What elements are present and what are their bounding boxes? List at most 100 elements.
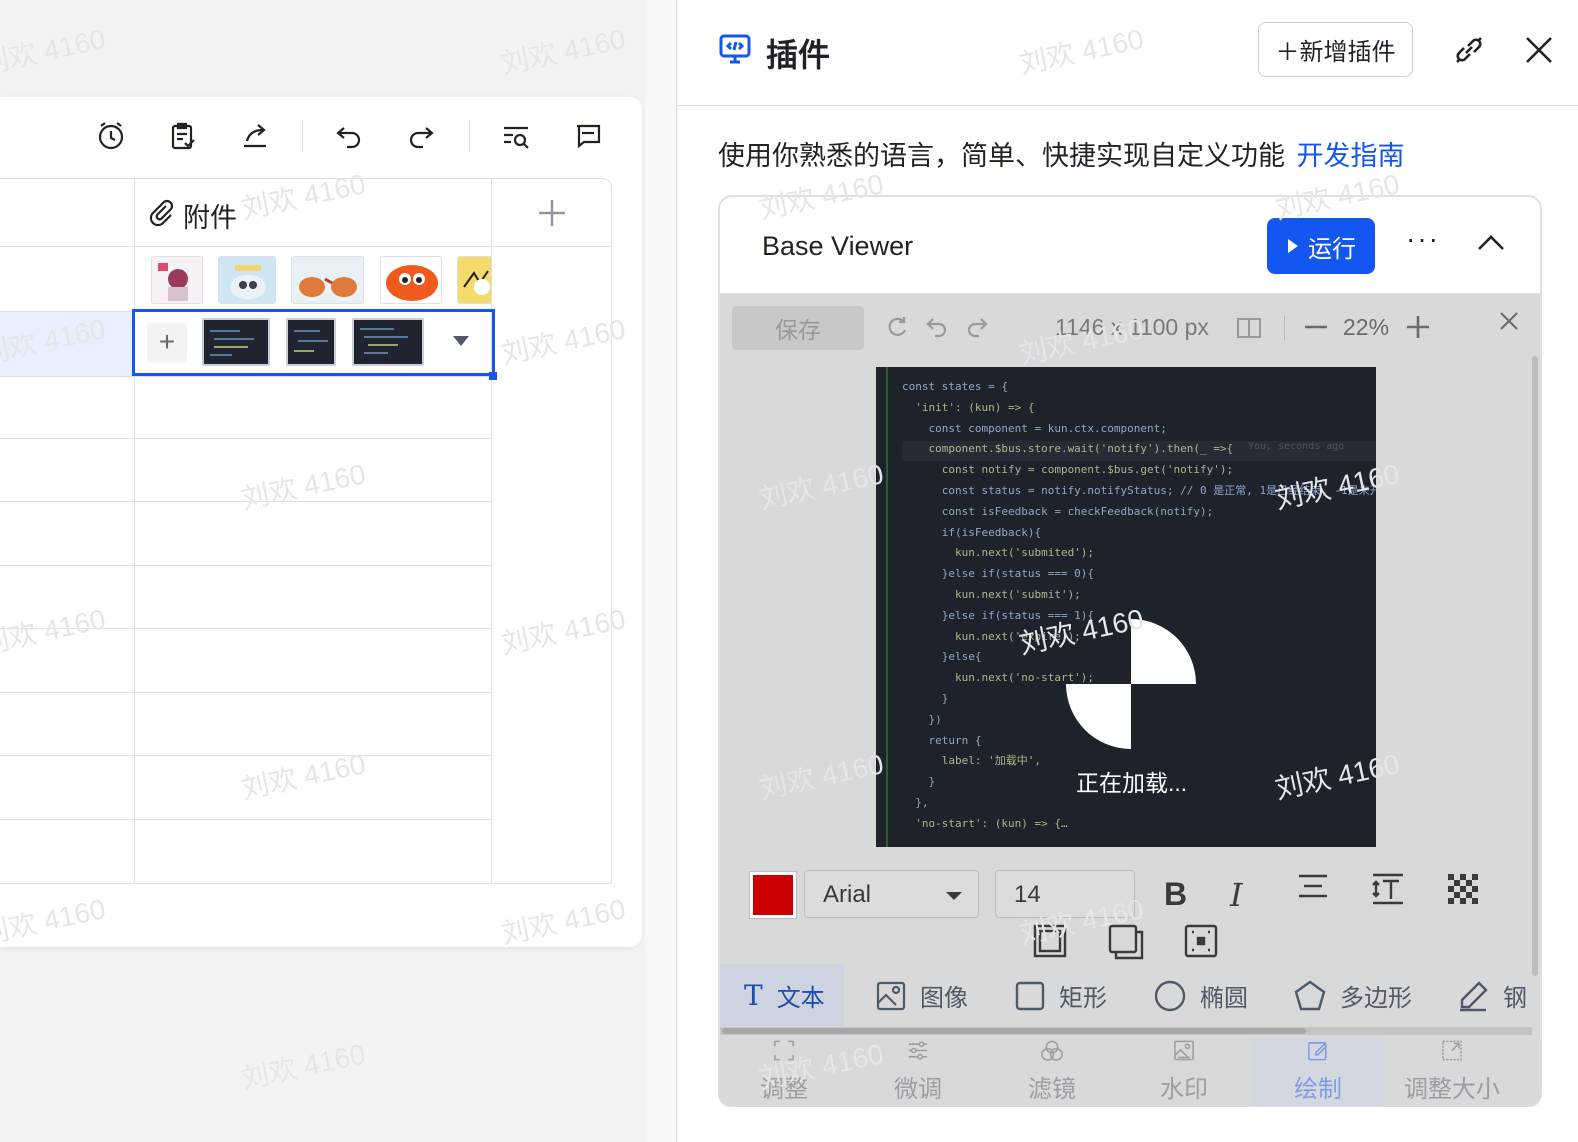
align-icon[interactable] <box>1296 872 1330 907</box>
zoom-level: 22% <box>1343 314 1390 340</box>
sliders-icon <box>908 1041 928 1060</box>
pen-icon <box>1460 980 1488 1011</box>
attachment-thumb-1[interactable] <box>151 256 203 304</box>
editor-close-icon[interactable] <box>1498 310 1520 337</box>
search-list-icon[interactable] <box>498 118 534 154</box>
tool-pen[interactable]: 钢 <box>1457 978 1527 1013</box>
draw-icon <box>1308 1042 1328 1061</box>
collapse-chevron-icon[interactable] <box>1476 233 1506 258</box>
bold-button[interactable]: B <box>1164 876 1187 913</box>
tab-draw-label: 绘制 <box>1294 1076 1342 1103</box>
attachment-thumb-5[interactable] <box>457 256 491 304</box>
plugin-card: Base Viewer 运行 ··· 保存 1146 x 1100 px 22% <box>718 195 1542 1107</box>
zoom-in-icon[interactable] <box>1404 313 1432 346</box>
tab-filter[interactable]: 滤镜 <box>986 1040 1118 1104</box>
code-line: const status = notify.notifyStatus; // 0… <box>902 483 1376 497</box>
close-panel-icon[interactable] <box>1523 34 1555 71</box>
attachment-code-thumb-2[interactable] <box>286 318 336 366</box>
editor-undo-icon[interactable] <box>924 314 950 345</box>
attachment-thumb-2[interactable] <box>218 256 276 304</box>
tab-draw[interactable]: 绘制 <box>1252 1040 1384 1104</box>
save-button[interactable]: 保存 <box>732 306 864 350</box>
rect-icon <box>1015 981 1045 1010</box>
font-size-input[interactable]: 14 <box>995 870 1135 918</box>
panel-divider <box>645 0 677 1142</box>
column-header-attachment[interactable]: 附件 <box>183 196 237 235</box>
tool-polygon[interactable]: 多边形 <box>1294 978 1412 1013</box>
font-family-select[interactable]: Arial <box>804 870 979 918</box>
code-line: const component = kun.ctx.component; <box>902 421 1167 435</box>
image-icon <box>876 981 906 1010</box>
add-plugin-button[interactable]: ＋新增插件 <box>1258 22 1413 77</box>
compare-icon[interactable] <box>1236 316 1262 345</box>
color-swatch[interactable] <box>749 871 797 919</box>
shadow-icon[interactable] <box>1108 924 1144 965</box>
ellipse-icon <box>1154 980 1186 1011</box>
spreadsheet-area: 附件 + <box>0 0 645 1142</box>
code-line: const states = { <box>902 380 1008 393</box>
share-icon[interactable] <box>237 118 273 154</box>
code-line: 'no-start': (kun) => {… <box>902 816 1068 830</box>
tool-text[interactable]: T 文本 <box>744 978 825 1013</box>
editor-redo-icon[interactable] <box>964 314 990 345</box>
tab-finetune-label: 微调 <box>894 1076 942 1103</box>
tab-adjust[interactable]: 调整 <box>718 1040 850 1104</box>
stroke-icon[interactable] <box>1033 924 1067 963</box>
redo-icon[interactable] <box>403 118 439 154</box>
tab-finetune[interactable]: 微调 <box>852 1040 984 1104</box>
transparency-icon[interactable] <box>1448 874 1478 909</box>
tab-resize[interactable]: 调整大小 <box>1386 1040 1518 1104</box>
image-dimensions: 1146 x 1100 px <box>1055 314 1209 340</box>
undo-icon[interactable] <box>331 118 367 154</box>
resize-icon <box>1442 1040 1462 1061</box>
code-line: if(isFeedback){ <box>902 525 1042 539</box>
line-height-icon[interactable] <box>1370 872 1406 911</box>
link-icon[interactable] <box>1452 33 1486 72</box>
tool-rectangle-label: 矩形 <box>1059 985 1107 1012</box>
code-line: }else if(status === 0){ <box>902 567 1095 581</box>
attachment-code-thumb-1[interactable] <box>202 318 270 366</box>
code-line: const notify = component.$bus.get('notif… <box>902 463 1234 477</box>
tool-text-label: 文本 <box>776 985 825 1012</box>
tab-filter-label: 滤镜 <box>1028 1076 1076 1103</box>
run-label: 运行 <box>1308 235 1356 263</box>
run-button[interactable]: 运行 <box>1267 218 1375 274</box>
tools-scrollbar-thumb[interactable] <box>722 1028 1306 1034</box>
zoom-out-icon[interactable] <box>1302 313 1330 346</box>
cell-resize-handle[interactable] <box>489 372 497 380</box>
plugin-panel: 插件 ＋新增插件 使用你熟悉的语言，简单、快捷实现自定义功能 开发指南 Base… <box>678 0 1578 1142</box>
plugin-name: Base Viewer <box>762 231 914 261</box>
attachment-code-thumb-3[interactable] <box>352 318 424 366</box>
checklist-icon[interactable] <box>165 118 201 154</box>
add-attachment-button[interactable]: + <box>147 322 187 362</box>
dropdown-arrow-icon[interactable] <box>451 334 471 353</box>
add-column-button[interactable] <box>533 194 571 232</box>
attachment-thumb-4[interactable] <box>380 256 442 304</box>
reset-icon[interactable] <box>884 314 910 345</box>
dev-guide-link[interactable]: 开发指南 <box>1297 141 1405 171</box>
tool-ellipse[interactable]: 椭圆 <box>1154 978 1248 1013</box>
tab-resize-label: 调整大小 <box>1404 1076 1500 1103</box>
play-icon <box>1288 239 1298 253</box>
font-family-value: Arial <box>823 881 872 908</box>
comment-icon[interactable] <box>570 118 606 154</box>
description-text: 使用你熟悉的语言，简单、快捷实现自定义功能 <box>718 141 1285 171</box>
tool-pen-label: 钢 <box>1503 985 1527 1012</box>
tool-rectangle[interactable]: 矩形 <box>1015 978 1107 1013</box>
tab-watermark[interactable]: 水印 <box>1118 1040 1250 1104</box>
panel-bottom-mask <box>678 1107 1578 1142</box>
italic-button[interactable]: I <box>1230 876 1243 914</box>
editor-vertical-scrollbar[interactable] <box>1532 356 1538 976</box>
tool-image[interactable]: 图像 <box>876 978 968 1013</box>
alarm-clock-icon[interactable] <box>93 118 129 154</box>
tool-polygon-label: 多边形 <box>1340 985 1412 1012</box>
font-dropdown-icon <box>946 892 962 900</box>
padding-icon[interactable] <box>1184 924 1218 963</box>
paperclip-icon <box>146 197 176 232</box>
code-line: kun.next('submit'); <box>902 587 1081 601</box>
attachment-thumb-3[interactable] <box>291 256 364 304</box>
more-options-button[interactable]: ··· <box>1406 223 1440 255</box>
loading-spinner-icon <box>1066 619 1196 754</box>
tool-ellipse-label: 椭圆 <box>1200 985 1248 1012</box>
watermark-icon <box>1174 1040 1194 1061</box>
